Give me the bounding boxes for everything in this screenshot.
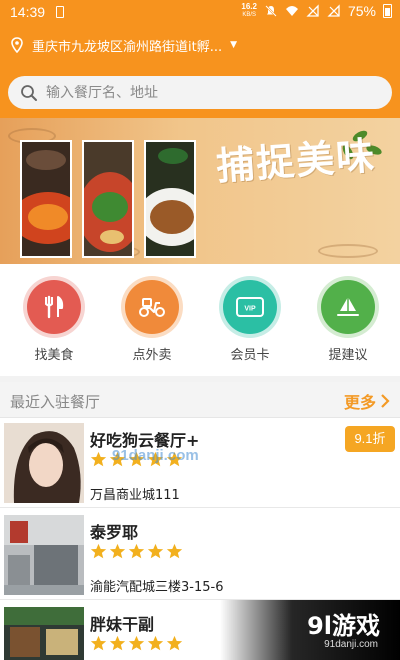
menu-icon-bg <box>27 280 81 334</box>
signal-icon <box>306 4 319 17</box>
status-time: 14:39 <box>10 4 46 20</box>
restaurant-name: 胖妹干副 <box>90 615 155 634</box>
restaurant-name: 泰罗耶 <box>90 523 139 542</box>
more-label: 更多 <box>343 393 376 412</box>
scooter-icon <box>139 298 165 317</box>
star-icon <box>109 635 126 651</box>
more-button[interactable]: 更多 <box>344 389 390 413</box>
discount-badge: 9.1折 <box>345 426 395 452</box>
menu-find-food[interactable]: 找美食 <box>19 280 89 363</box>
star-icon <box>147 635 164 651</box>
app-screen: 14:39 16.2 KB/S 75% 重庆市九龙坡区渝州路街道it孵... ▼ <box>0 0 400 660</box>
location-text: 重庆市九龙坡区渝州路街道it孵... <box>32 39 223 55</box>
restaurant-row[interactable]: 好吃狗云餐厅+ 万昌商业城111 9.1折 <box>0 418 400 508</box>
restaurant-thumbnail <box>4 607 84 660</box>
banner-title: 捕捉美味 <box>214 132 378 189</box>
menu-member-card[interactable]: VIP 会员卡 <box>215 280 285 363</box>
location-pin-icon <box>11 37 23 53</box>
menu-icon-bg <box>321 280 375 334</box>
chevron-right-icon <box>381 394 390 408</box>
cloud-ornament <box>318 244 378 258</box>
star-icon <box>147 543 164 559</box>
svg-text:VIP: VIP <box>244 306 256 313</box>
signal-icon-2 <box>327 4 340 17</box>
paper-plane-icon <box>337 297 359 316</box>
menu-takeout[interactable]: 点外卖 <box>117 280 187 363</box>
network-speed-value: 16.2 <box>241 2 257 11</box>
header: 14:39 16.2 KB/S 75% 重庆市九龙坡区渝州路街道it孵... ▼ <box>0 0 400 118</box>
mute-bell-icon <box>265 5 277 17</box>
star-icon <box>166 635 183 651</box>
restaurant-thumbnail <box>4 423 84 503</box>
menu-feedback[interactable]: 提建议 <box>313 280 383 363</box>
status-bar: 14:39 16.2 KB/S 75% <box>0 0 400 26</box>
vip-card-icon: VIP <box>236 297 264 317</box>
battery-percent: 75% <box>347 3 376 19</box>
star-icon <box>109 543 126 559</box>
star-icon <box>128 635 145 651</box>
menu-label: 点外卖 <box>132 348 172 363</box>
restaurant-address: 渝能汽配城三楼3-15-6 <box>90 580 224 595</box>
watermark-url: 91danji.com <box>324 639 378 650</box>
menu-label: 找美食 <box>34 348 74 363</box>
chevron-down-icon: ▼ <box>230 40 238 50</box>
recent-restaurants-header: 最近入驻餐厅 更多 <box>0 382 400 418</box>
star-icon <box>90 635 107 651</box>
menu-label: 会员卡 <box>230 348 270 363</box>
battery-icon <box>383 4 392 18</box>
star-icon <box>128 543 145 559</box>
watermark-logo: 9l游戏 <box>307 612 380 640</box>
status-icons: 16.2 KB/S 75% <box>241 3 392 19</box>
restaurant-address: 万昌商业城111 <box>90 488 180 503</box>
menu-label: 提建议 <box>328 348 368 363</box>
location-selector[interactable]: 重庆市九龙坡区渝州路街道it孵... ▼ <box>10 34 237 56</box>
restaurant-row[interactable]: 泰罗耶 渝能汽配城三楼3-15-6 <box>0 510 400 600</box>
quick-menu: 找美食 点外卖 VIP 会员卡 提建议 <box>0 264 400 376</box>
menu-icon-bg: VIP <box>223 280 277 334</box>
star-icon <box>166 543 183 559</box>
food-photo <box>144 140 196 258</box>
star-icon <box>90 543 107 559</box>
network-speed: 16.2 KB/S <box>241 3 257 19</box>
watermark-faint: 91danji.com <box>112 447 199 464</box>
restaurant-thumbnail <box>4 515 84 595</box>
promo-banner[interactable]: 捕捉美味 <box>0 118 400 264</box>
watermark: 9l游戏 91danji.com <box>220 600 400 660</box>
rating-stars <box>90 635 183 653</box>
rating-stars <box>90 543 183 561</box>
section-title: 最近入驻餐厅 <box>10 393 101 411</box>
star-icon <box>90 451 107 467</box>
food-photo <box>20 140 72 258</box>
search-input[interactable] <box>46 84 366 101</box>
menu-icon-bg <box>125 280 179 334</box>
fork-knife-icon <box>45 295 64 319</box>
network-speed-unit: KB/S <box>242 12 257 18</box>
sim-icon <box>56 6 64 18</box>
search-icon <box>21 84 37 101</box>
wifi-icon <box>285 6 298 16</box>
search-bar[interactable] <box>8 76 392 109</box>
food-photo <box>82 140 134 258</box>
